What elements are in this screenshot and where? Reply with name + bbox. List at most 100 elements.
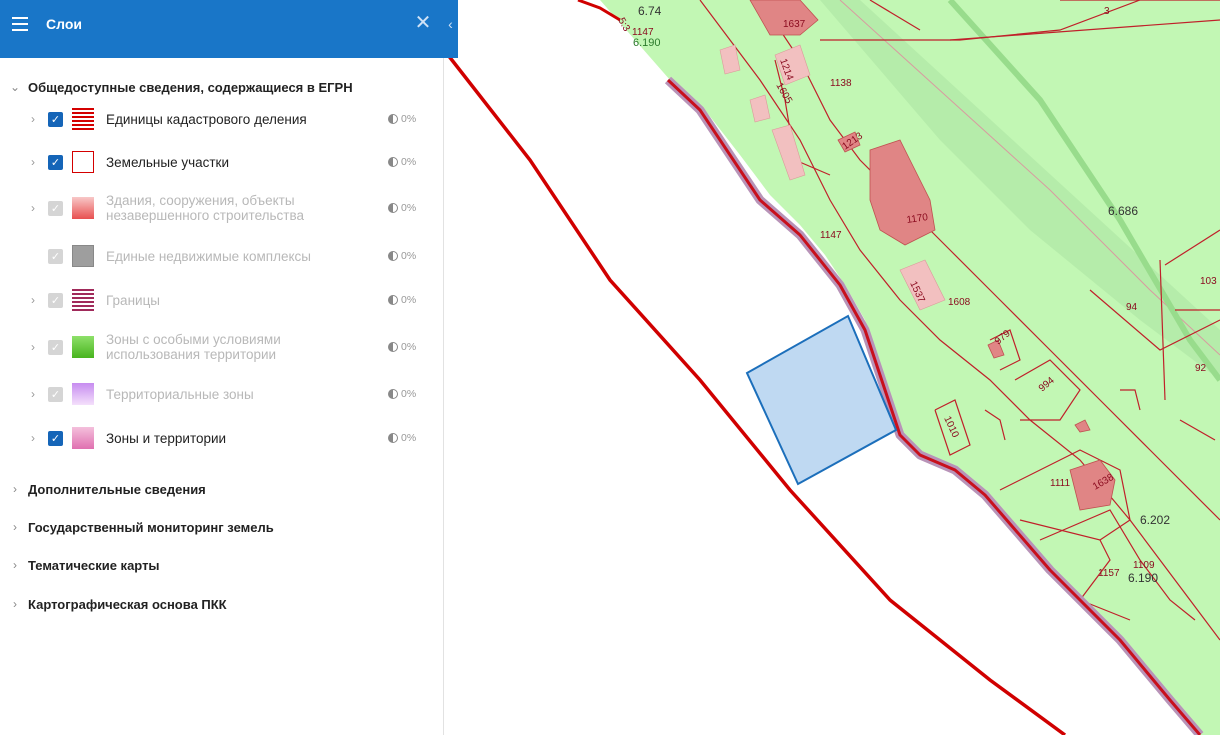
- group-label: Картографическая основа ПКК: [28, 596, 227, 612]
- layer-checkbox: ✓: [48, 200, 63, 216]
- layer-checkbox[interactable]: ✓: [48, 430, 63, 446]
- label-6-190-top: 6.190: [633, 37, 661, 49]
- opacity-icon: [388, 203, 398, 213]
- layer-name: Земельные участки: [106, 154, 230, 170]
- layer-name: Зоны и территории: [106, 430, 227, 446]
- layer-row[interactable]: › ✓ Территориальные зоны 0%: [28, 379, 428, 409]
- opacity-icon: [388, 342, 398, 352]
- layer-checkbox[interactable]: ✓: [48, 154, 63, 170]
- opacity-control[interactable]: 0%: [388, 202, 416, 214]
- opacity-icon: [388, 389, 398, 399]
- real-estate-complex-swatch-icon: [72, 245, 94, 267]
- label-92: 92: [1195, 363, 1207, 374]
- chevron-right-icon[interactable]: ›: [28, 387, 38, 401]
- opacity-icon: [388, 251, 398, 261]
- menu-icon[interactable]: [12, 17, 28, 31]
- group-label: Общедоступные сведения, содержащиеся в Е…: [28, 79, 353, 95]
- layer-row[interactable]: › ✓ Земельные участки 0%: [28, 147, 428, 177]
- label-1138: 1138: [830, 78, 852, 89]
- layer-row[interactable]: ✓ Единые недвижимые комплексы 0%: [28, 241, 428, 271]
- chevron-right-icon[interactable]: ›: [28, 155, 38, 169]
- layer-row[interactable]: › ✓ Зоны и территории 0%: [28, 423, 428, 453]
- opacity-value: 0%: [401, 113, 417, 125]
- boundaries-swatch-icon: [72, 289, 94, 311]
- group-label: Дополнительные сведения: [28, 481, 206, 497]
- layers-panel: Слои ✕ ‹ ⌄ Общедоступные сведения, содер…: [0, 0, 458, 735]
- layer-name: Территориальные зоны: [106, 386, 254, 402]
- opacity-icon: [388, 114, 398, 124]
- opacity-control[interactable]: 0%: [388, 113, 416, 125]
- layer-row[interactable]: › ✓ Единицы кадастрового деления 0%: [28, 104, 428, 134]
- panel-title: Слои: [46, 16, 82, 32]
- close-icon[interactable]: ✕: [414, 12, 432, 34]
- special-zones-swatch-icon: [72, 336, 94, 358]
- opacity-value: 0%: [401, 294, 417, 306]
- layer-name: Границы: [106, 292, 160, 308]
- opacity-value: 0%: [401, 432, 417, 444]
- label-6-190-bottom: 6.190: [1128, 571, 1158, 585]
- opacity-icon: [388, 157, 398, 167]
- label-3: 3: [1104, 6, 1110, 17]
- opacity-control[interactable]: 0%: [388, 432, 416, 444]
- buildings-swatch-icon: [72, 197, 94, 219]
- label-1147-mid: 1147: [820, 230, 842, 241]
- opacity-value: 0%: [401, 250, 417, 262]
- chevron-right-icon[interactable]: ›: [28, 201, 38, 215]
- group-basemap[interactable]: › Картографическая основа ПКК: [10, 593, 227, 615]
- opacity-control[interactable]: 0%: [388, 156, 416, 168]
- label-1608: 1608: [948, 297, 971, 308]
- group-monitoring[interactable]: › Государственный мониторинг земель: [10, 516, 274, 538]
- territorial-zones-swatch-icon: [72, 383, 94, 405]
- opacity-icon: [388, 433, 398, 443]
- opacity-value: 0%: [401, 388, 417, 400]
- layer-checkbox: ✓: [48, 292, 63, 308]
- opacity-control[interactable]: 0%: [388, 341, 416, 353]
- opacity-value: 0%: [401, 156, 417, 168]
- land-parcel-swatch-icon: [72, 151, 94, 173]
- layer-row[interactable]: › ✓ Границы 0%: [28, 285, 428, 315]
- label-6-74: 6.74: [638, 4, 662, 18]
- chevron-right-icon: ›: [13, 558, 17, 572]
- group-label: Государственный мониторинг земель: [28, 519, 274, 535]
- label-103: 103: [1200, 276, 1217, 287]
- cadastral-division-swatch-icon: [72, 108, 94, 130]
- layer-checkbox: ✓: [48, 386, 63, 402]
- chevron-right-icon: ›: [13, 520, 17, 534]
- label-1157: 1157: [1098, 568, 1120, 579]
- layer-name: Единицы кадастрового деления: [106, 111, 307, 127]
- label-94: 94: [1126, 302, 1138, 313]
- opacity-value: 0%: [401, 341, 417, 353]
- chevron-down-icon: ⌄: [10, 80, 21, 94]
- opacity-control[interactable]: 0%: [388, 294, 416, 306]
- group-additional[interactable]: › Дополнительные сведения: [10, 478, 206, 500]
- group-thematic[interactable]: › Тематические карты: [10, 554, 160, 576]
- layer-checkbox: ✓: [48, 339, 63, 355]
- layer-checkbox: ✓: [48, 248, 63, 264]
- layer-name: Зоны с особыми условиями использования т…: [106, 332, 281, 362]
- chevron-right-icon: ›: [13, 597, 17, 611]
- zones-territories-swatch-icon: [72, 427, 94, 449]
- layer-row[interactable]: › ✓ Зоны с особыми условиями использован…: [28, 332, 428, 362]
- chevron-right-icon[interactable]: ›: [28, 112, 38, 126]
- label-1111: 1111: [1050, 478, 1070, 489]
- chevron-right-icon[interactable]: ›: [28, 431, 38, 445]
- chevron-right-icon[interactable]: ›: [28, 293, 38, 307]
- group-label: Тематические карты: [28, 557, 160, 573]
- layer-name: Единые недвижимые комплексы: [106, 248, 311, 264]
- layer-row[interactable]: › ✓ Здания, сооружения, объекты незаверш…: [28, 193, 428, 223]
- chevron-right-icon[interactable]: ›: [28, 340, 38, 354]
- label-6-686: 6.686: [1108, 204, 1138, 218]
- opacity-control[interactable]: 0%: [388, 388, 416, 400]
- layer-name: Здания, сооружения, объекты незавершенно…: [106, 193, 304, 223]
- collapse-panel-button[interactable]: ‹: [443, 0, 458, 58]
- label-1637: 1637: [783, 19, 806, 30]
- layer-checkbox[interactable]: ✓: [48, 111, 63, 127]
- chevron-right-icon: ›: [13, 482, 17, 496]
- opacity-value: 0%: [401, 202, 417, 214]
- label-1109: 1109: [1133, 560, 1155, 571]
- label-6-202: 6.202: [1140, 513, 1170, 527]
- opacity-control[interactable]: 0%: [388, 250, 416, 262]
- group-egrn[interactable]: ⌄ Общедоступные сведения, содержащиеся в…: [10, 76, 353, 98]
- panel-header: Слои ✕ ‹: [0, 0, 458, 58]
- opacity-icon: [388, 295, 398, 305]
